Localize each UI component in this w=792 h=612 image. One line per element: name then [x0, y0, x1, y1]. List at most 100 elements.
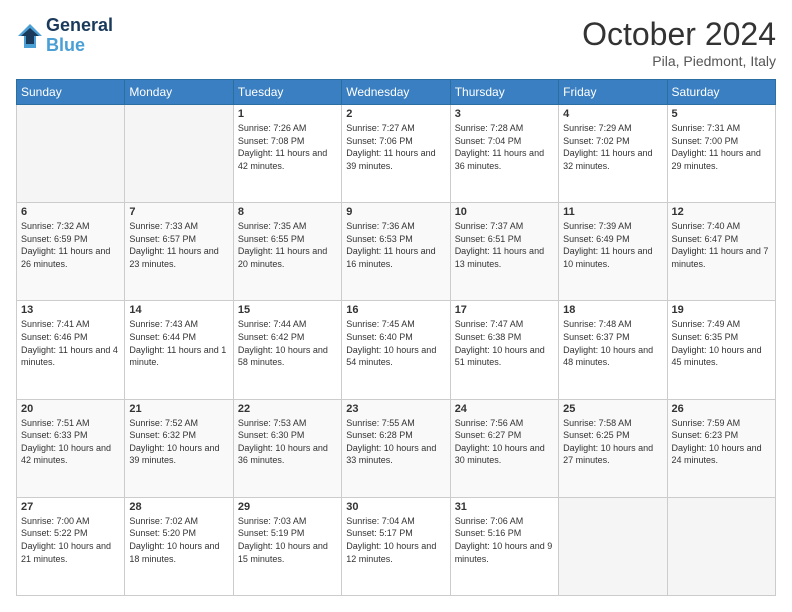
day-number: 15 — [238, 304, 337, 316]
day-number: 19 — [672, 304, 771, 316]
day-info: Sunrise: 7:36 AM Sunset: 6:53 PM Dayligh… — [346, 220, 445, 270]
weekday-header-wednesday: Wednesday — [342, 80, 450, 105]
calendar-cell: 20Sunrise: 7:51 AM Sunset: 6:33 PM Dayli… — [17, 399, 125, 497]
day-info: Sunrise: 7:58 AM Sunset: 6:25 PM Dayligh… — [563, 417, 662, 467]
calendar-cell: 18 Sunrise: 7:48 AM Sunset: 6:37 PM Dayli… — [559, 301, 667, 399]
day-info: Sunrise: 7:28 AM Sunset: 7:04 PM Dayligh… — [455, 122, 554, 172]
calendar-cell: 3 Sunrise: 7:28 AM Sunset: 7:04 PM Daylig… — [450, 105, 558, 203]
calendar-cell: 29 Sunrise: 7:03 AM Sunset: 5:19 PM Dayli… — [233, 497, 341, 595]
calendar-cell: 21 Sunrise: 7:52 AM Sunset: 6:32 PM Dayli… — [125, 399, 233, 497]
day-info: Sunrise: 7:29 AM Sunset: 7:02 PM Dayligh… — [563, 122, 662, 172]
logo-text: General Blue — [46, 16, 113, 56]
day-number: 18 — [563, 304, 662, 316]
day-number: 2 — [346, 108, 445, 120]
week-row-2: 13 Sunrise: 7:41 AM Sunset: 6:46 PM Dayli… — [17, 301, 776, 399]
day-info: Sunrise: 7:44 AM Sunset: 6:42 PM Dayligh… — [238, 318, 337, 368]
day-info: Sunrise: 7:37 AM Sunset: 6:51 PM Dayligh… — [455, 220, 554, 270]
day-number: 11 — [563, 206, 662, 218]
location: Pila, Piedmont, Italy — [582, 53, 776, 69]
day-info: Sunrise: 7:45 AM Sunset: 6:40 PM Dayligh… — [346, 318, 445, 368]
calendar-cell — [125, 105, 233, 203]
day-number: 31 — [455, 501, 554, 513]
day-number: 25 — [563, 403, 662, 415]
day-number: 12 — [672, 206, 771, 218]
calendar-cell: 15 Sunrise: 7:44 AM Sunset: 6:42 PM Dayli… — [233, 301, 341, 399]
calendar-cell — [17, 105, 125, 203]
calendar-cell: 22 Sunrise: 7:53 AM Sunset: 6:30 PM Dayli… — [233, 399, 341, 497]
day-info: Sunrise: 7:48 AM Sunset: 6:37 PM Dayligh… — [563, 318, 662, 368]
calendar-cell: 26 Sunrise: 7:59 AM Sunset: 6:23 PM Dayli… — [667, 399, 775, 497]
day-info: Sunrise: 7:33 AM Sunset: 6:57 PM Dayligh… — [129, 220, 228, 270]
day-info: Sunrise: 7:59 AM Sunset: 6:23 PM Dayligh… — [672, 417, 771, 467]
calendar-cell: 7Sunrise: 7:33 AM Sunset: 6:57 PM Daylig… — [125, 203, 233, 301]
weekday-header-thursday: Thursday — [450, 80, 558, 105]
calendar-cell: 25 Sunrise: 7:58 AM Sunset: 6:25 PM Dayli… — [559, 399, 667, 497]
calendar-cell: 17Sunrise: 7:47 AM Sunset: 6:38 PM Dayli… — [450, 301, 558, 399]
weekday-header-row: SundayMondayTuesdayWednesdayThursdayFrid… — [17, 80, 776, 105]
calendar-cell: 19 Sunrise: 7:49 AM Sunset: 6:35 PM Dayli… — [667, 301, 775, 399]
day-info: Sunrise: 7:06 AM Sunset: 5:16 PM Dayligh… — [455, 515, 554, 565]
header: General Blue October 2024 Pila, Piedmont… — [16, 16, 776, 69]
day-number: 21 — [129, 403, 228, 415]
week-row-1: 6Sunrise: 7:32 AM Sunset: 6:59 PM Daylig… — [17, 203, 776, 301]
day-number: 28 — [129, 501, 228, 513]
calendar: SundayMondayTuesdayWednesdayThursdayFrid… — [16, 79, 776, 596]
day-info: Sunrise: 7:43 AM Sunset: 6:44 PM Dayligh… — [129, 318, 228, 368]
logo: General Blue — [16, 16, 113, 56]
day-info: Sunrise: 7:56 AM Sunset: 6:27 PM Dayligh… — [455, 417, 554, 467]
calendar-cell: 2 Sunrise: 7:27 AM Sunset: 7:06 PM Daylig… — [342, 105, 450, 203]
day-number: 4 — [563, 108, 662, 120]
day-number: 26 — [672, 403, 771, 415]
calendar-cell: 27 Sunrise: 7:00 AM Sunset: 5:22 PM Dayli… — [17, 497, 125, 595]
day-info: Sunrise: 7:32 AM Sunset: 6:59 PM Dayligh… — [21, 220, 120, 270]
logo-icon — [16, 22, 44, 50]
day-number: 30 — [346, 501, 445, 513]
day-info: Sunrise: 7:31 AM Sunset: 7:00 PM Dayligh… — [672, 122, 771, 172]
day-info: Sunrise: 7:35 AM Sunset: 6:55 PM Dayligh… — [238, 220, 337, 270]
day-info: Sunrise: 7:26 AM Sunset: 7:08 PM Dayligh… — [238, 122, 337, 172]
calendar-cell: 10 Sunrise: 7:37 AM Sunset: 6:51 PM Dayli… — [450, 203, 558, 301]
day-number: 3 — [455, 108, 554, 120]
day-info: Sunrise: 7:03 AM Sunset: 5:19 PM Dayligh… — [238, 515, 337, 565]
day-number: 16 — [346, 304, 445, 316]
calendar-cell — [667, 497, 775, 595]
day-info: Sunrise: 7:53 AM Sunset: 6:30 PM Dayligh… — [238, 417, 337, 467]
calendar-cell: 13 Sunrise: 7:41 AM Sunset: 6:46 PM Dayli… — [17, 301, 125, 399]
day-info: Sunrise: 7:02 AM Sunset: 5:20 PM Dayligh… — [129, 515, 228, 565]
day-info: Sunrise: 7:41 AM Sunset: 6:46 PM Dayligh… — [21, 318, 120, 368]
weekday-header-friday: Friday — [559, 80, 667, 105]
day-number: 17 — [455, 304, 554, 316]
week-row-0: 1Sunrise: 7:26 AM Sunset: 7:08 PM Daylig… — [17, 105, 776, 203]
calendar-cell: 9Sunrise: 7:36 AM Sunset: 6:53 PM Daylig… — [342, 203, 450, 301]
day-number: 27 — [21, 501, 120, 513]
calendar-cell: 5 Sunrise: 7:31 AM Sunset: 7:00 PM Daylig… — [667, 105, 775, 203]
weekday-header-sunday: Sunday — [17, 80, 125, 105]
calendar-cell: 12 Sunrise: 7:40 AM Sunset: 6:47 PM Dayli… — [667, 203, 775, 301]
day-number: 5 — [672, 108, 771, 120]
day-number: 23 — [346, 403, 445, 415]
week-row-4: 27 Sunrise: 7:00 AM Sunset: 5:22 PM Dayli… — [17, 497, 776, 595]
day-info: Sunrise: 7:49 AM Sunset: 6:35 PM Dayligh… — [672, 318, 771, 368]
calendar-cell: 11Sunrise: 7:39 AM Sunset: 6:49 PM Dayli… — [559, 203, 667, 301]
weekday-header-tuesday: Tuesday — [233, 80, 341, 105]
calendar-cell: 1Sunrise: 7:26 AM Sunset: 7:08 PM Daylig… — [233, 105, 341, 203]
day-number: 10 — [455, 206, 554, 218]
day-number: 13 — [21, 304, 120, 316]
calendar-cell: 4 Sunrise: 7:29 AM Sunset: 7:02 PM Daylig… — [559, 105, 667, 203]
page: General Blue October 2024 Pila, Piedmont… — [0, 0, 792, 612]
day-info: Sunrise: 7:00 AM Sunset: 5:22 PM Dayligh… — [21, 515, 120, 565]
day-info: Sunrise: 7:52 AM Sunset: 6:32 PM Dayligh… — [129, 417, 228, 467]
day-info: Sunrise: 7:27 AM Sunset: 7:06 PM Dayligh… — [346, 122, 445, 172]
day-number: 29 — [238, 501, 337, 513]
day-number: 22 — [238, 403, 337, 415]
week-row-3: 20Sunrise: 7:51 AM Sunset: 6:33 PM Dayli… — [17, 399, 776, 497]
calendar-cell: 30Sunrise: 7:04 AM Sunset: 5:17 PM Dayli… — [342, 497, 450, 595]
calendar-cell: 14Sunrise: 7:43 AM Sunset: 6:44 PM Dayli… — [125, 301, 233, 399]
title-area: October 2024 Pila, Piedmont, Italy — [582, 16, 776, 69]
month-title: October 2024 — [582, 16, 776, 53]
day-info: Sunrise: 7:40 AM Sunset: 6:47 PM Dayligh… — [672, 220, 771, 270]
calendar-cell: 6Sunrise: 7:32 AM Sunset: 6:59 PM Daylig… — [17, 203, 125, 301]
calendar-cell: 28 Sunrise: 7:02 AM Sunset: 5:20 PM Dayli… — [125, 497, 233, 595]
calendar-cell: 8Sunrise: 7:35 AM Sunset: 6:55 PM Daylig… — [233, 203, 341, 301]
day-info: Sunrise: 7:55 AM Sunset: 6:28 PM Dayligh… — [346, 417, 445, 467]
